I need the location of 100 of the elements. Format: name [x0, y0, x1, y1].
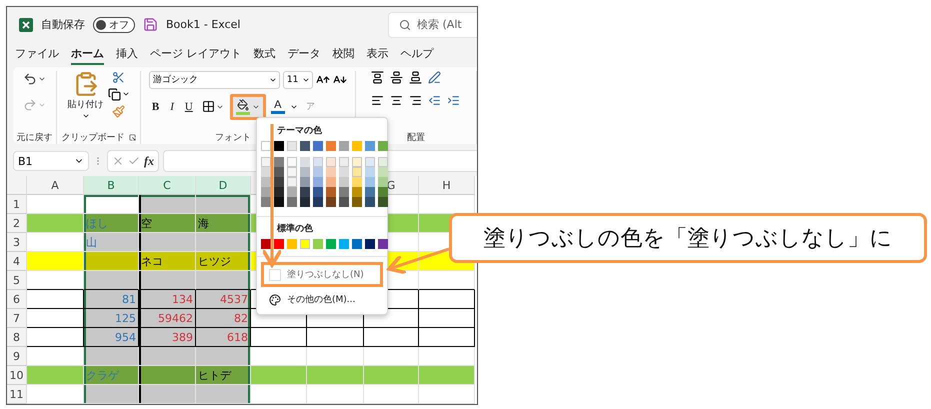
color-swatch[interactable]: [261, 157, 271, 167]
font-size-select[interactable]: 11: [282, 70, 313, 89]
scissors-icon[interactable]: [112, 70, 125, 84]
color-swatch[interactable]: [365, 239, 375, 249]
color-swatch[interactable]: [300, 167, 310, 177]
color-swatch[interactable]: [300, 141, 310, 151]
ribbon-tab[interactable]: 挿入: [116, 44, 138, 66]
row-header[interactable]: 4: [7, 252, 27, 271]
table-cell[interactable]: [419, 309, 475, 328]
color-swatch[interactable]: [274, 239, 284, 249]
table-cell[interactable]: [251, 328, 307, 347]
color-swatch[interactable]: [261, 177, 271, 187]
ribbon-tab[interactable]: ホーム: [71, 44, 104, 66]
ribbon-tab[interactable]: ヘルプ: [400, 44, 434, 66]
color-swatch[interactable]: [274, 167, 284, 177]
paste-label[interactable]: 貼り付け: [68, 98, 104, 111]
autosave-toggle[interactable]: オフ: [93, 16, 135, 33]
color-swatch[interactable]: [378, 177, 388, 187]
column-header[interactable]: A: [27, 176, 84, 195]
color-swatch[interactable]: [313, 187, 323, 197]
align-center-icon[interactable]: [390, 94, 404, 107]
align-top-icon[interactable]: [371, 70, 384, 84]
color-swatch[interactable]: [378, 197, 388, 207]
color-swatch[interactable]: [339, 167, 349, 177]
color-swatch[interactable]: [378, 157, 388, 167]
row-header[interactable]: 5: [7, 271, 27, 290]
row-header[interactable]: 2: [7, 214, 27, 233]
color-swatch[interactable]: [378, 239, 388, 249]
color-swatch[interactable]: [326, 187, 336, 197]
indent-decrease-icon[interactable]: [428, 94, 442, 107]
color-swatch[interactable]: [287, 239, 297, 249]
table-cell[interactable]: [307, 328, 364, 347]
cancel-icon[interactable]: [112, 155, 124, 168]
color-swatch[interactable]: [300, 239, 310, 249]
bold-button[interactable]: B: [148, 100, 162, 113]
color-swatch[interactable]: [313, 141, 323, 151]
color-swatch[interactable]: [261, 197, 271, 207]
table-cell[interactable]: [27, 309, 84, 328]
font-color-button[interactable]: A: [270, 99, 285, 114]
color-swatch[interactable]: [313, 167, 323, 177]
row-header[interactable]: 11: [7, 385, 27, 404]
color-swatch[interactable]: [313, 197, 323, 207]
column-header[interactable]: H: [419, 176, 475, 195]
table-cell[interactable]: ヒトデ: [196, 366, 251, 385]
indent-increase-icon[interactable]: [447, 94, 460, 107]
row-header[interactable]: 3: [7, 233, 27, 252]
color-swatch[interactable]: [300, 177, 310, 187]
color-swatch[interactable]: [274, 177, 284, 187]
color-swatch[interactable]: [287, 177, 297, 187]
copy-icon[interactable]: [108, 88, 120, 101]
font-name-select[interactable]: 游ゴシック: [148, 70, 280, 89]
color-swatch[interactable]: [326, 177, 336, 187]
row-header[interactable]: 7: [7, 309, 27, 328]
color-swatch[interactable]: [313, 157, 323, 167]
column-header[interactable]: D: [196, 176, 251, 195]
ribbon-tab[interactable]: 校閲: [332, 44, 354, 66]
color-swatch[interactable]: [352, 141, 362, 151]
select-all-corner[interactable]: [7, 176, 27, 195]
color-swatch[interactable]: [339, 197, 349, 207]
align-left-icon[interactable]: [371, 94, 384, 107]
italic-button[interactable]: I: [167, 100, 177, 113]
color-swatch[interactable]: [274, 141, 284, 151]
row-header[interactable]: 9: [7, 347, 27, 366]
align-middle-icon[interactable]: [390, 70, 404, 84]
undo-button[interactable]: [22, 70, 47, 87]
color-swatch[interactable]: [365, 197, 375, 207]
align-right-icon[interactable]: [409, 94, 422, 107]
table-cell[interactable]: 空: [139, 214, 196, 233]
color-swatch[interactable]: [378, 167, 388, 177]
color-swatch[interactable]: [352, 177, 362, 187]
color-swatch[interactable]: [339, 141, 349, 151]
color-swatch[interactable]: [326, 167, 336, 177]
color-swatch[interactable]: [326, 141, 336, 151]
table-cell[interactable]: [27, 328, 84, 347]
color-swatch[interactable]: [287, 141, 297, 151]
menu-item[interactable]: 塗りつぶしなし(N): [261, 262, 383, 287]
column-header[interactable]: C: [139, 176, 196, 195]
color-swatch[interactable]: [261, 141, 271, 151]
color-swatch[interactable]: [326, 197, 336, 207]
name-box[interactable]: B1: [13, 151, 89, 172]
border-button[interactable]: [200, 99, 225, 114]
row-header[interactable]: 10: [7, 366, 27, 385]
color-swatch[interactable]: [300, 197, 310, 207]
color-swatch[interactable]: [352, 157, 362, 167]
row-header[interactable]: 6: [7, 290, 27, 309]
orientation-icon[interactable]: [428, 70, 442, 84]
color-swatch[interactable]: [261, 239, 271, 249]
color-swatch[interactable]: [352, 239, 362, 249]
color-swatch[interactable]: [339, 177, 349, 187]
color-swatch[interactable]: [378, 187, 388, 197]
save-icon[interactable]: [143, 17, 158, 32]
row-header[interactable]: 1: [7, 195, 27, 214]
color-swatch[interactable]: [326, 157, 336, 167]
color-swatch[interactable]: [287, 157, 297, 167]
underline-button[interactable]: U: [182, 100, 196, 113]
color-swatch[interactable]: [274, 197, 284, 207]
color-swatch[interactable]: [313, 239, 323, 249]
color-swatch[interactable]: [261, 187, 271, 197]
color-swatch[interactable]: [339, 157, 349, 167]
fill-color-button[interactable]: [230, 94, 266, 120]
